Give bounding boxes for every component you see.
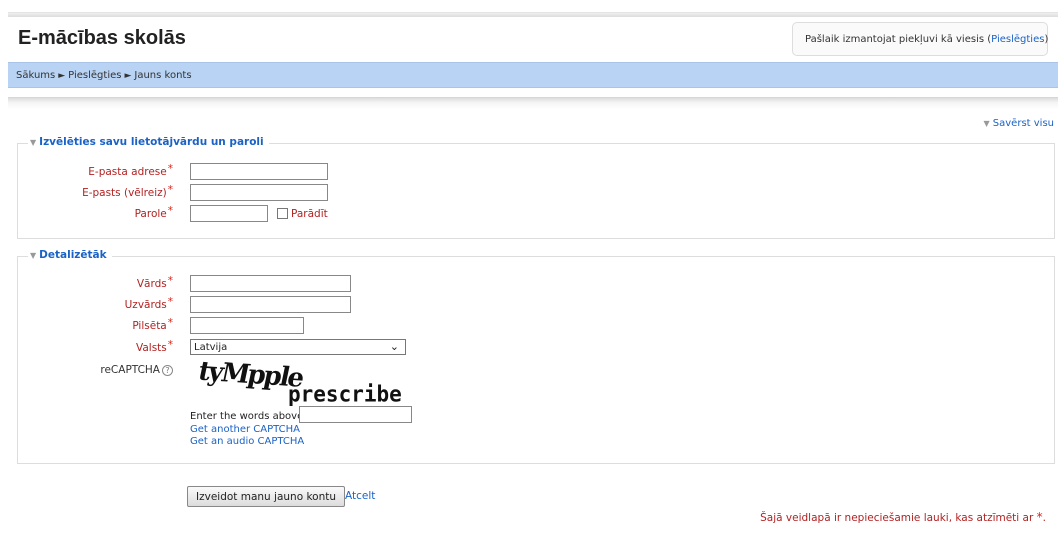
audio-captcha-link[interactable]: Get an audio CAPTCHA <box>190 436 304 447</box>
chevron-down-icon: ⌄ <box>389 340 399 353</box>
country-select-value: Latvija <box>194 342 228 353</box>
password-input[interactable] <box>190 205 268 222</box>
collapse-all-label: Savērst visu <box>992 118 1054 129</box>
fieldset-legend-toggle[interactable]: ▼ Izvēlēties savu lietotājvārdu un paroli <box>28 136 269 148</box>
breadcrumb-current: Jauns konts <box>134 70 192 81</box>
email2-row: E-pasts (vēlreiz)* <box>18 184 1054 202</box>
city-row: Pilsēta* <box>18 317 1054 335</box>
lastname-label: Uzvārds* <box>124 296 173 311</box>
firstname-input[interactable] <box>190 275 351 292</box>
legend-label: Detalizētāk <box>39 249 107 261</box>
firstname-label: Vārds* <box>136 275 173 290</box>
login-link[interactable]: Pieslēgties <box>991 34 1044 45</box>
required-asterisk-icon: * <box>167 163 173 175</box>
breadcrumb: Sākums ► Pieslēgties ► Jauns konts <box>8 62 1058 88</box>
breadcrumb-login[interactable]: Pieslēgties <box>68 70 121 81</box>
required-asterisk-icon: * <box>167 275 173 287</box>
country-row: Valsts* Latvija ⌄ <box>18 339 1054 357</box>
required-asterisk-icon: * <box>167 205 173 217</box>
lastname-row: Uzvārds* <box>18 296 1054 314</box>
required-asterisk-icon: * <box>167 296 173 308</box>
login-info-prefix: Pašlaik izmantojat piekļuvi kā viesis ( <box>805 34 992 45</box>
country-select[interactable]: Latvija ⌄ <box>190 339 406 355</box>
cancel-link[interactable]: Atcelt <box>345 490 375 502</box>
login-info-suffix: ) <box>1044 34 1049 45</box>
breadcrumb-home[interactable]: Sākums <box>16 70 55 81</box>
fieldset-legend-toggle[interactable]: ▼ Detalizētāk <box>28 249 112 261</box>
password-label: Parole* <box>134 205 173 220</box>
site-title: E-mācības skolās <box>18 27 186 49</box>
show-password-label[interactable]: Parādīt <box>291 208 328 220</box>
lastname-input[interactable] <box>190 296 351 313</box>
triangle-down-icon: ▼ <box>30 138 37 147</box>
top-border <box>8 12 1058 17</box>
fieldset-details: ▼ Detalizētāk Vārds* Uzvārds* Pilsēta* Va… <box>17 249 1055 464</box>
email2-label: E-pasts (vēlreiz)* <box>82 184 173 199</box>
login-info: Pašlaik izmantojat piekļuvi kā viesis (P… <box>792 22 1048 56</box>
captcha-image-word2: prescribe <box>288 381 402 407</box>
firstname-row: Vārds* <box>18 275 1054 293</box>
country-label: Valsts* <box>135 339 173 354</box>
required-asterisk-icon: * <box>167 317 173 329</box>
required-asterisk-icon: * <box>167 339 173 351</box>
password-row: Parole* Parādīt <box>18 205 1054 223</box>
city-label: Pilsēta* <box>132 317 173 332</box>
collapse-all-link[interactable]: ▼ Savērst visu <box>983 118 1054 129</box>
recaptcha-row: reCAPTCHA? <box>18 361 1054 379</box>
captcha-enter-label: Enter the words above <box>190 411 304 422</box>
triangle-down-icon: ▼ <box>983 119 990 128</box>
breadcrumb-separator-icon: ► <box>58 71 66 81</box>
show-password-checkbox[interactable] <box>277 208 288 219</box>
email-label: E-pasta adrese* <box>88 163 173 178</box>
email-row: E-pasta adrese* <box>18 163 1054 181</box>
fieldset-username-password: ▼ Izvēlēties savu lietotājvārdu un paroli… <box>17 136 1055 239</box>
required-fields-note: Šajā veidlapā ir nepieciešamie lauki, ka… <box>760 510 1046 524</box>
create-account-button[interactable]: Izveidot manu jauno kontu <box>187 486 346 507</box>
captcha-response-input[interactable] <box>299 406 412 423</box>
breadcrumb-separator-icon: ► <box>124 71 132 81</box>
required-asterisk-icon: * <box>167 184 173 196</box>
help-icon[interactable]: ? <box>162 365 173 376</box>
email-confirm-input[interactable] <box>190 184 328 201</box>
legend-label: Izvēlēties savu lietotājvārdu un paroli <box>39 136 264 148</box>
triangle-down-icon: ▼ <box>30 251 37 260</box>
another-captcha-link[interactable]: Get another CAPTCHA <box>190 424 300 435</box>
email-input[interactable] <box>190 163 328 180</box>
header-divider <box>8 97 1058 109</box>
city-input[interactable] <box>190 317 304 334</box>
recaptcha-label: reCAPTCHA? <box>18 364 173 376</box>
